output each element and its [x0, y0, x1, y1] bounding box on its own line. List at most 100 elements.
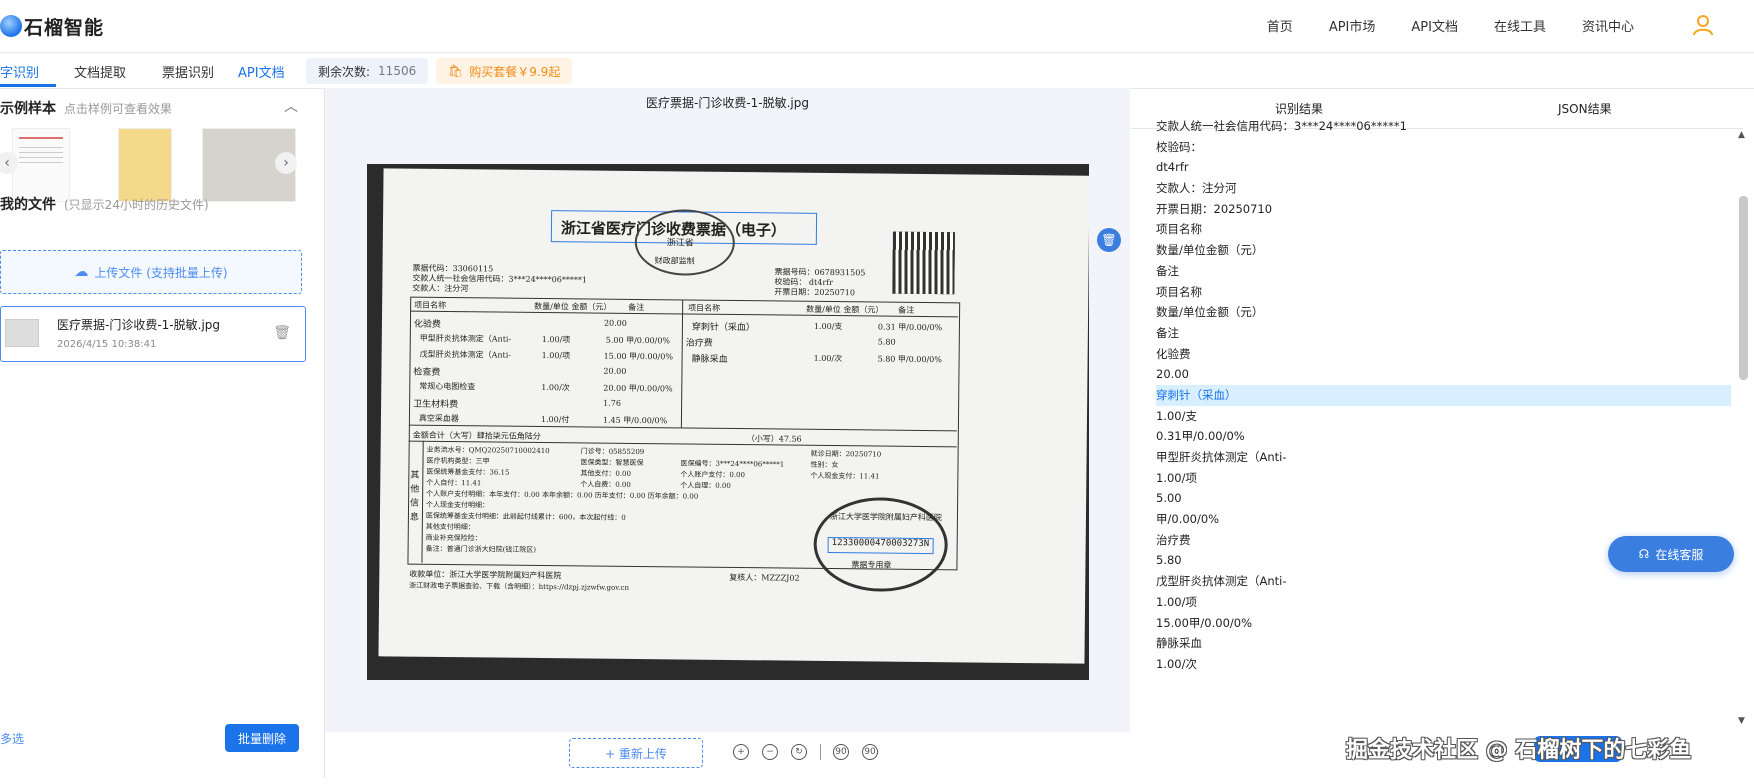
other-line-8: 其他支付明细：	[425, 522, 475, 532]
col-qty-left: 数量/单位 金额（元）	[534, 301, 612, 312]
zoom-out-icon[interactable]: −	[762, 744, 778, 760]
samples-hint: 点击样例可查看效果	[64, 102, 173, 116]
file-date: 2026/4/15 10:38:41	[57, 339, 157, 350]
result-line[interactable]: 20.00	[1156, 364, 1731, 385]
result-line[interactable]: 甲型肝炎抗体测定（Anti-	[1156, 447, 1731, 468]
col-qty-right: 数量/单位 金额（元）	[806, 304, 884, 315]
row-left-3-name: 戊型肝炎抗体测定（Anti-	[419, 349, 512, 360]
samples-header: 示例样本 点击样例可查看效果	[0, 98, 172, 118]
brand-logo[interactable]: 石榴智能	[0, 12, 104, 40]
nav-online-tools[interactable]: 在线工具	[1494, 16, 1546, 35]
tab-json-result[interactable]: JSON结果	[1558, 100, 1612, 117]
rotate-right-90-icon[interactable]: 90	[862, 744, 878, 760]
footer-verify: 浙江财政电子票据查验、下载（含明细）：https://dzpj.zjzwfw.g…	[409, 581, 630, 592]
main-nav: 首页 API市场 API文档 在线工具 资讯中心	[1231, 16, 1634, 35]
result-line[interactable]: 戊型肝炎抗体测定（Anti-	[1156, 571, 1731, 592]
document-viewer: 医疗票据-门诊收费-1-脱敏.jpg 浙江省医疗门诊收费票据（电子） 浙江省 财…	[325, 88, 1130, 778]
scroll-down-icon[interactable]: ▼	[1738, 716, 1745, 726]
file-list-item[interactable]: 医疗票据-门诊收费-1-脱敏.jpg 2026/4/15 10:38:41 🗑	[0, 306, 306, 362]
upload-label: 上传文件 (支持批量上传)	[94, 265, 228, 280]
result-line[interactable]: 1.00/次	[1156, 654, 1731, 675]
row-left-4-name: 检查费	[413, 367, 441, 378]
delete-image-button[interactable]: 🗑	[1097, 228, 1121, 252]
result-line[interactable]: 交款人统一社会信用代码：3***24****06*****1	[1156, 116, 1731, 137]
upload-dropzone[interactable]: ☁ 上传文件 (支持批量上传)	[0, 250, 302, 294]
finance-seal-bottom: 财政部监制	[654, 256, 695, 266]
result-line[interactable]: 1.00/项	[1156, 592, 1731, 613]
nav-home[interactable]: 首页	[1267, 16, 1293, 35]
result-line[interactable]: 交款人：注分河	[1156, 178, 1731, 199]
result-line[interactable]: 甲/0.00/0%	[1156, 509, 1731, 530]
reupload-button[interactable]: + 重新上传	[569, 738, 703, 768]
result-line[interactable]: 0.31甲/0.00/0%	[1156, 426, 1731, 447]
trash-icon[interactable]: 🗑	[273, 325, 291, 341]
file-thumbnail	[5, 319, 39, 347]
result-line[interactable]: 开票日期：20250710	[1156, 199, 1731, 220]
result-line[interactable]: 穿刺针（采血）	[1156, 384, 1731, 406]
col-item-left: 项目名称	[414, 300, 447, 310]
result-line[interactable]: 5.00	[1156, 488, 1731, 509]
scroll-up-icon[interactable]: ▲	[1738, 130, 1745, 140]
result-line[interactable]: 静脉采血	[1156, 633, 1731, 654]
result-line[interactable]: 1.00/项	[1156, 468, 1731, 489]
nav-api-market[interactable]: API市场	[1329, 16, 1376, 35]
result-line[interactable]: 项目名称	[1156, 219, 1731, 240]
rotate-left-90-icon[interactable]: 90	[833, 744, 849, 760]
other-right-6: 个人现金支付：11.41	[810, 471, 880, 481]
tab-api-docs[interactable]: API文档	[238, 62, 285, 81]
tab-recognition-result[interactable]: 识别结果	[1275, 100, 1323, 117]
row-left-7-qty: 1.00/付	[540, 414, 570, 425]
tab-receipt-recognition[interactable]: 票据识别	[162, 62, 214, 81]
col-note-right: 备注	[898, 305, 915, 315]
online-service-button[interactable]: ☊ 在线客服	[1608, 536, 1734, 572]
nav-api-docs[interactable]: API文档	[1411, 16, 1458, 35]
left-panel: 示例样本 点击样例可查看效果 ︿ ‹ › 我的文件 (只显示24小时的历史文件) ☁…	[0, 88, 325, 778]
sample-thumb-2[interactable]	[118, 128, 172, 202]
document-image-frame: 浙江省医疗门诊收费票据（电子） 浙江省 财政部监制 票据代码：33060115 …	[367, 164, 1121, 680]
nav-news[interactable]: 资讯中心	[1582, 16, 1634, 35]
other-line-10: 备注：普通门诊浙大妇院(钱江院区)	[425, 544, 537, 554]
user-icon[interactable]	[1692, 14, 1714, 36]
results-panel: 识别结果 JSON结果 交款人统一社会信用代码：3***24****06****…	[1131, 88, 1754, 778]
row-right-3-amount: 5.80 甲/0.00/0%	[877, 354, 942, 365]
recognition-result-list: 交款人统一社会信用代码：3***24****06*****1 校验码： dt4rfr…	[1156, 116, 1731, 722]
result-line[interactable]: 15.00甲/0.00/0%	[1156, 613, 1731, 634]
result-line[interactable]: 1.00/支	[1156, 406, 1731, 427]
next-arrow-icon[interactable]: ›	[275, 152, 297, 174]
result-line[interactable]: 数量/单位金额（元）	[1156, 240, 1731, 261]
rotate-icon[interactable]: ↻	[791, 744, 807, 760]
row-left-2-qty: 1.00/项	[541, 334, 571, 345]
scrollbar-thumb[interactable]	[1739, 196, 1748, 380]
row-right-3-qty: 1.00/次	[813, 353, 843, 364]
row-left-2-name: 甲型肝炎抗体测定（Anti-	[419, 333, 512, 344]
collapse-icon[interactable]: ︿	[284, 96, 298, 116]
invoice-date: 开票日期：20250710	[774, 287, 856, 298]
toolbar-divider	[820, 744, 821, 760]
result-line[interactable]: dt4rfr	[1156, 157, 1731, 178]
brand-icon	[0, 15, 22, 37]
buy-package-button[interactable]: 🛍 购买套餐￥9.9起	[436, 58, 573, 84]
remaining-count-badge: 剩余次数: 11506	[306, 58, 429, 84]
tab-text-recognition[interactable]: 字识别	[0, 62, 39, 81]
tab-document-extract[interactable]: 文档提取	[74, 62, 126, 81]
result-line[interactable]: 数量/单位金额（元）	[1156, 302, 1731, 323]
receipt-paper: 浙江省医疗门诊收费票据（电子） 浙江省 财政部监制 票据代码：33060115 …	[378, 168, 1090, 664]
result-line[interactable]: 化验费	[1156, 344, 1731, 365]
other-line-7: 医保统筹基金支付明细：此前起付线累计：600，本次起付线：0	[425, 511, 626, 522]
stamp-hospital: 浙江大学医学院附属妇产科医院	[829, 512, 942, 523]
watermark: 掘金技术社区 @ 石榴树下的七彩鱼	[1346, 738, 1692, 763]
other-right-4: 个人账户支付：0.00	[680, 470, 746, 480]
files-hint: (只显示24小时的历史文件)	[64, 198, 209, 212]
row-left-6-amount: 1.76	[603, 398, 621, 408]
bulk-delete-button[interactable]: 批量删除	[225, 724, 299, 752]
zoom-in-icon[interactable]: +	[733, 744, 749, 760]
other-line-9: 商业补充保险险：	[425, 533, 482, 543]
invoice-payer: 交款人：注分河	[412, 283, 469, 294]
stamp-bottom-text: 票据专用章	[851, 560, 892, 570]
result-line[interactable]: 校验码：	[1156, 137, 1731, 158]
sample-thumb-1[interactable]	[12, 128, 70, 202]
result-line[interactable]: 项目名称	[1156, 282, 1731, 303]
multi-select-link[interactable]: 多选	[0, 730, 24, 747]
result-line[interactable]: 备注	[1156, 261, 1731, 282]
result-line[interactable]: 备注	[1156, 323, 1731, 344]
